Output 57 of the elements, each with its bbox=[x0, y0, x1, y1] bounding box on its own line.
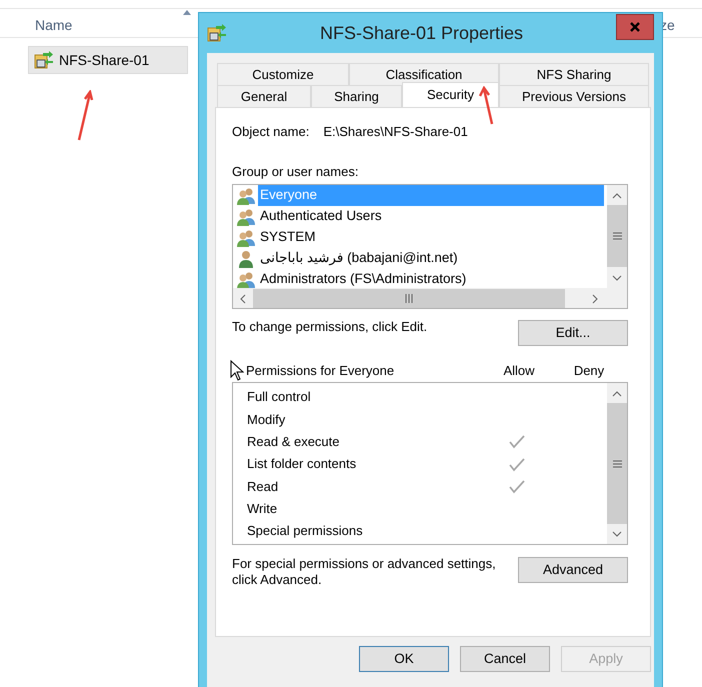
close-button[interactable] bbox=[616, 14, 654, 40]
share-folder-icon bbox=[207, 23, 227, 43]
column-header: Deny bbox=[572, 362, 606, 380]
grip-icon bbox=[612, 232, 622, 240]
close-icon bbox=[629, 21, 641, 33]
tab[interactable]: Customize bbox=[217, 63, 349, 85]
file-name: NFS-Share-01 bbox=[59, 50, 150, 70]
vertical-scrollbar[interactable] bbox=[607, 185, 627, 288]
grip-icon bbox=[612, 460, 622, 468]
vertical-scrollbar[interactable] bbox=[607, 383, 627, 544]
file-row[interactable]: NFS-Share-01 bbox=[28, 46, 188, 74]
grip-icon bbox=[405, 294, 413, 303]
hint-text: For special permissions or advanced settings, click Advanced. bbox=[232, 556, 497, 588]
tab[interactable]: General bbox=[217, 85, 311, 107]
tab[interactable]: Sharing bbox=[311, 85, 402, 107]
list-item[interactable]: فرشید باباجانی (babajani@int.net) bbox=[258, 248, 460, 269]
list-item[interactable]: Authenticated Users bbox=[258, 206, 384, 227]
permission-name: Read & execute bbox=[246, 432, 341, 451]
section-label: Permissions for Everyone bbox=[246, 362, 396, 380]
horizontal-scrollbar[interactable] bbox=[233, 288, 627, 308]
list-item[interactable]: Administrators (FS\Administrators) bbox=[258, 269, 468, 288]
users-icon bbox=[237, 228, 255, 246]
permission-name: Full control bbox=[246, 388, 312, 406]
object-path: E:\Shares\NFS-Share-01 bbox=[323, 123, 468, 141]
column-header[interactable]: Name bbox=[35, 15, 72, 36]
permission-name: List folder contents bbox=[246, 455, 358, 474]
users-icon bbox=[237, 270, 255, 288]
annotation-arrow bbox=[478, 86, 496, 126]
tab[interactable]: Classification bbox=[349, 63, 499, 85]
annotation-arrow bbox=[76, 90, 94, 142]
scroll-down-icon bbox=[612, 274, 622, 282]
field-label: Object name: bbox=[232, 123, 310, 141]
scroll-right-icon bbox=[591, 294, 599, 304]
window-title: NFS-Share-01 Properties bbox=[318, 22, 524, 45]
scroll-down-icon bbox=[612, 530, 622, 538]
hint-text: To change permissions, click Edit. bbox=[232, 319, 428, 336]
dialog-button[interactable]: OK bbox=[359, 646, 449, 672]
column-header: Allow bbox=[502, 362, 536, 380]
permission-name: Special permissions bbox=[246, 522, 364, 540]
edit-button[interactable]: Edit... bbox=[518, 320, 628, 346]
scroll-up-icon bbox=[612, 192, 622, 200]
tab[interactable]: NFS Sharing bbox=[499, 63, 649, 85]
permission-name: Read bbox=[246, 478, 280, 496]
dialog-button[interactable]: Cancel bbox=[460, 646, 550, 672]
permission-name: Modify bbox=[246, 410, 286, 429]
users-icon bbox=[237, 208, 255, 226]
scroll-left-icon bbox=[239, 294, 247, 304]
section-label: Group or user names: bbox=[232, 162, 360, 181]
scroll-up-icon bbox=[612, 390, 622, 398]
user-icon bbox=[237, 250, 255, 268]
advanced-button[interactable]: Advanced bbox=[518, 557, 628, 583]
users-icon bbox=[237, 186, 255, 204]
share-folder-icon bbox=[34, 50, 54, 70]
list-item[interactable]: SYSTEM bbox=[258, 227, 318, 248]
tab[interactable]: Previous Versions bbox=[499, 85, 649, 107]
tab[interactable]: Security bbox=[402, 82, 499, 107]
permission-name: Write bbox=[246, 500, 278, 518]
